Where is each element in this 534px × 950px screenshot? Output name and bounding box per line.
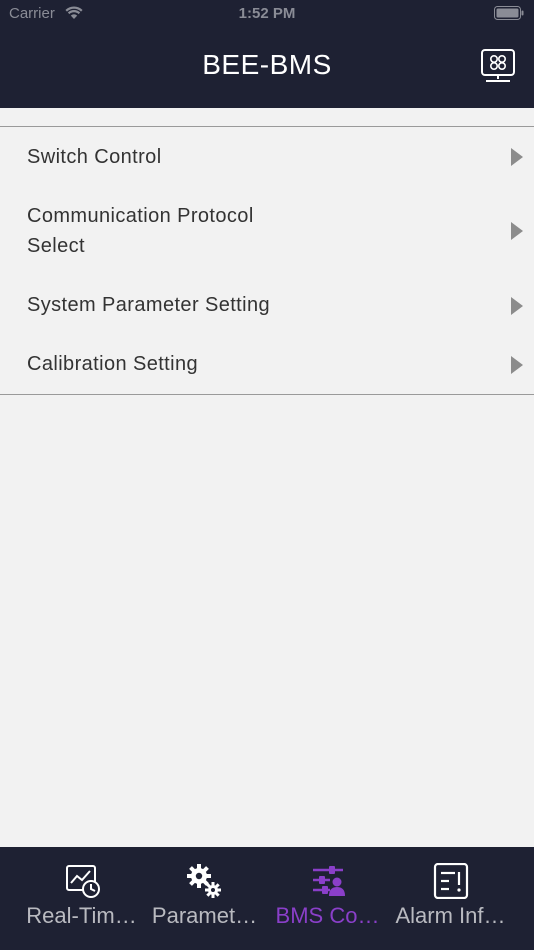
tab-label: Real-Tim… [26,903,137,928]
menu-bottom-divider [0,394,534,395]
menu-item-communication-protocol[interactable]: Communication Protocol Select [0,187,534,276]
chevron-right-icon [511,356,523,374]
menu-item-switch-control[interactable]: Switch Control [0,127,534,187]
tab-bms-control[interactable]: BMS Co… [266,847,389,950]
realtime-chart-clock-icon [66,865,100,898]
status-time: 1:52 PM [238,5,296,22]
tab-real-time[interactable]: Real-Tim… [20,847,143,950]
chevron-right-icon [511,222,523,240]
menu-item-label: Calibration Setting [27,353,199,375]
gears-icon [187,864,221,898]
tab-label: Alarm Inf… [395,903,506,928]
status-bar: Carrier 1:52 PM [0,0,534,27]
chevron-right-icon [511,148,523,166]
tab-parameters[interactable]: Paramet… [143,847,266,950]
page-title: BEE-BMS [202,49,332,80]
bms-control-sliders-icon [313,866,345,896]
top-bar: Carrier 1:52 PM BEE-BMS [0,0,534,108]
battery-icon [494,6,524,20]
menu-item-calibration[interactable]: Calibration Setting [0,336,534,394]
chevron-right-icon [511,297,523,315]
menu-item-label: Communication Protocol Select [27,205,254,257]
tab-label: Paramet… [151,903,258,928]
tab-bar: Real-Tim… Paramet… BMS Co… Alarm Inf… [0,847,534,950]
menu-item-label: Switch Control [27,146,162,168]
tab-alarm-info[interactable]: Alarm Inf… [389,847,512,950]
menu-item-label: System Parameter Setting [27,294,271,316]
device-monitor-icon[interactable] [480,48,516,84]
alarm-document-icon [433,863,469,899]
menu-item-system-parameter[interactable]: System Parameter Setting [0,276,534,336]
tab-label: BMS Co… [275,903,380,928]
